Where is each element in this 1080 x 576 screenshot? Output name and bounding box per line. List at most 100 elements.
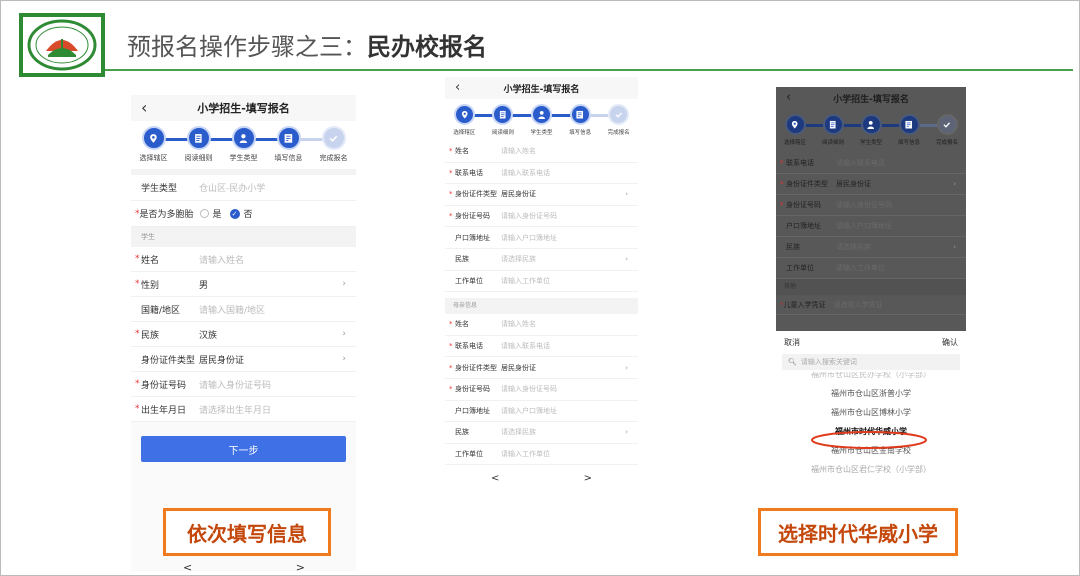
form-row[interactable]: 户口簿地址 请输入户口簿地址 — [445, 227, 638, 249]
chevron-right-icon: › — [625, 255, 628, 264]
form-row[interactable]: * 民族 汉族 › — [131, 322, 356, 347]
form-row[interactable]: * 姓名 请输入姓名 — [445, 141, 638, 163]
form-row[interactable]: 工作单位 请输入工作单位 — [445, 271, 638, 293]
radio-no-checked-icon[interactable]: ✓ — [229, 208, 240, 219]
field-input[interactable]: 请选择民族 — [501, 254, 536, 264]
prev-page-button[interactable]: < — [491, 473, 499, 484]
pager: < > — [445, 465, 638, 484]
form-row[interactable]: 民族 请选择民族 › — [445, 422, 638, 444]
field-value[interactable]: 居民身份证 — [836, 179, 871, 189]
prev-page-button[interactable]: < — [183, 561, 192, 571]
student-icon — [867, 120, 875, 129]
form-row[interactable]: * 性别男 › — [131, 272, 356, 297]
selection-highlight-ellipse — [811, 431, 927, 449]
chevron-right-icon: › — [953, 243, 956, 251]
form-row[interactable]: * 身份证号码 请输入身份证号码 — [131, 372, 356, 397]
form-row[interactable]: 民族 请选择民族 › — [776, 237, 966, 258]
callout-select-school: 选择时代华威小学 — [758, 508, 958, 556]
field-value[interactable]: 男 — [199, 278, 208, 291]
field-input[interactable]: 请输入户口簿地址 — [501, 406, 557, 416]
step-1: 选择辖区 — [776, 114, 814, 146]
field-input[interactable]: 请输入姓名 — [501, 146, 536, 156]
step-label: 学生类型 — [530, 130, 553, 136]
next-step-button[interactable]: 下一步 — [141, 436, 346, 462]
next-page-button[interactable]: > — [296, 561, 305, 571]
field-value[interactable]: 居民身份证 — [501, 363, 536, 373]
form-row[interactable]: * 身份证号码 请输入身份证号码 — [776, 195, 966, 216]
form-row[interactable]: * 姓名 请输入姓名 — [131, 247, 356, 272]
chevron-right-icon: › — [342, 279, 346, 289]
field-input[interactable]: 请选择出生年月日 — [199, 403, 271, 416]
form-row[interactable]: 户口簿地址 请输入户口簿地址 — [445, 401, 638, 423]
phone-screen-parent-info: ‹ 小学招生-填写报名 选择辖区 阅读细则 学生类型 填写信息 完成报名 * 姓名 请输入姓… — [445, 77, 638, 497]
form-row[interactable]: * 联系电话 请输入联系电话 — [445, 163, 638, 185]
back-icon[interactable]: ‹ — [455, 77, 460, 99]
form-row[interactable]: * 身份证件类型 居民身份证 › — [776, 174, 966, 195]
check-complete-icon — [329, 135, 338, 142]
form-row[interactable]: 身份证件类型 居民身份证 › — [131, 347, 356, 372]
step-indicator: 选择辖区 阅读细则 学生类型 填写信息 完成报名 — [445, 99, 638, 141]
field-input[interactable]: 请输入身份证号码 — [199, 378, 271, 391]
field-label: 姓名 — [455, 147, 469, 156]
field-input[interactable]: 请输入联系电话 — [836, 158, 885, 168]
picker-cancel-button[interactable]: 取消 — [784, 337, 800, 348]
school-option[interactable]: 福州市仓山区浙普小学 — [776, 384, 966, 403]
step-label: 阅读细则 — [184, 154, 213, 162]
next-page-button[interactable]: > — [584, 473, 592, 484]
field-value[interactable]: 居民身份证 — [199, 353, 244, 366]
form-row[interactable]: * 身份证件类型 居民身份证 › — [445, 357, 638, 379]
field-input[interactable]: 请输入户口簿地址 — [836, 221, 892, 231]
field-value[interactable]: 居民身份证 — [501, 189, 536, 199]
form-row[interactable]: * 身份证号码 请输入身份证号码 — [445, 379, 638, 401]
step-label: 阅读细则 — [491, 130, 514, 136]
field-input[interactable]: 请选择民族 — [501, 427, 536, 437]
field-input[interactable]: 请输入工作单位 — [836, 263, 885, 273]
chevron-right-icon: › — [342, 329, 346, 339]
school-option[interactable]: 福州市仓山区博林小学 — [776, 403, 966, 422]
field-input[interactable]: 请输入户口簿地址 — [501, 233, 557, 243]
field-input[interactable]: 请输入姓名 — [501, 319, 536, 329]
form-row[interactable]: * 出生年月日 请选择出生年月日 — [131, 397, 356, 422]
form-row[interactable]: * 身份证号码 请输入身份证号码 — [445, 206, 638, 228]
form-row[interactable]: * 联系电话 请输入联系电话 — [445, 336, 638, 358]
field-input[interactable]: 请输入联系电话 — [501, 341, 550, 351]
step-label: 填写信息 — [274, 154, 303, 162]
field-label: 民族 — [455, 428, 469, 437]
field-label: 工作单位 — [786, 264, 814, 272]
form-row[interactable]: 民族 请选择民族 › — [445, 249, 638, 271]
back-icon[interactable]: ‹ — [141, 95, 147, 121]
radio-yes[interactable] — [199, 209, 209, 218]
form-row[interactable]: 工作单位 请输入工作单位 — [776, 258, 966, 279]
field-input[interactable]: 请输入工作单位 — [501, 276, 550, 286]
field-input[interactable]: 请输入身份证号码 — [501, 211, 557, 221]
dimmed-form-overlay[interactable]: ‹ 小学招生-填写报名 选择辖区 阅读细则 学生类型 填写信息 完成报名 * 联系电话 请输… — [776, 87, 966, 331]
picker-search-input[interactable]: 🔍︎ 请输入搜索关键词 — [782, 354, 960, 370]
form-row[interactable]: 国籍/地区 请输入国籍/地区 — [131, 297, 356, 322]
field-input[interactable]: 请输入工作单位 — [501, 449, 550, 459]
school-option[interactable]: 福州市仓山区民办学校（小学部） — [776, 372, 966, 384]
step-label: 完成报名 — [607, 130, 630, 136]
form-row[interactable]: 工作单位 请输入工作单位 — [445, 444, 638, 466]
form-row[interactable]: * 姓名 请输入姓名 — [445, 314, 638, 336]
school-option[interactable]: 福州市仓山区君仁学校（小学部） — [776, 460, 966, 479]
step-2: 阅读细则 — [176, 126, 221, 163]
document-icon — [500, 110, 506, 119]
field-input[interactable]: 请输入联系电话 — [501, 168, 550, 178]
form-row[interactable]: * 身份证件类型 居民身份证 › — [445, 184, 638, 206]
field-input[interactable]: 请选择民族 — [836, 242, 871, 252]
field-input[interactable]: 请输入国籍/地区 — [199, 303, 265, 316]
field-input[interactable]: 请输入身份证号码 — [501, 384, 557, 394]
form-row[interactable]: * 联系电话 请输入联系电话 — [776, 153, 966, 174]
picker-option-list[interactable]: 福州市仓山区民办学校（小学部） 福州市仓山区浙普小学 福州市仓山区博林小学 福州市时代… — [776, 372, 966, 484]
field-value[interactable]: 汉族 — [199, 328, 217, 341]
field-input[interactable]: 请输入姓名 — [199, 253, 244, 266]
field-label: 民族 — [455, 255, 469, 264]
form-row[interactable]: 户口簿地址 请输入户口簿地址 — [776, 216, 966, 237]
picker-confirm-button[interactable]: 确认 — [942, 337, 958, 348]
field-label: 姓名 — [141, 255, 160, 266]
phone-screen-student-info: ‹ 小学招生-填写报名 选择辖区 阅读细则 学生类型 填写信息 完成报名 学生类型 仓山… — [131, 95, 356, 571]
field-input[interactable]: 请输入身份证号码 — [836, 200, 892, 210]
location-pin-icon — [461, 110, 468, 119]
step-5: 完成报名 — [928, 114, 966, 146]
step-2: 阅读细则 — [814, 114, 852, 146]
